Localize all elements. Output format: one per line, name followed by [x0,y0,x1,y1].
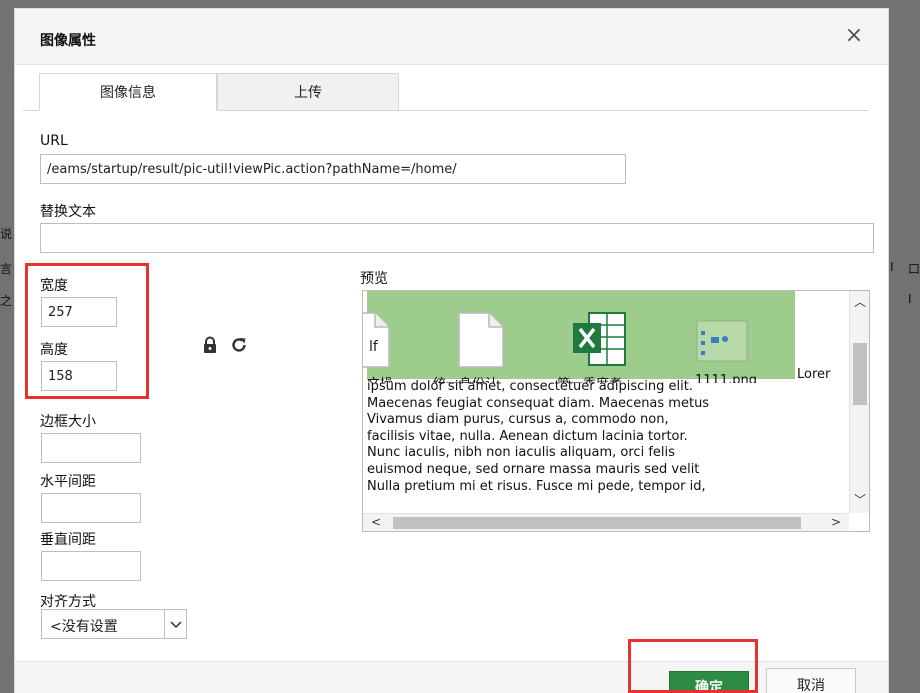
align-select[interactable]: <没有设置 [41,609,187,639]
preview-line: Vivamus diam purus, cursus a, commodo no… [367,412,669,428]
alt-text-label: 替换文本 [40,204,96,220]
align-select-value: <没有设置 [50,619,118,635]
hspace-label: 水平间距 [40,474,96,490]
background-text: 口 [908,262,920,276]
cancel-button[interactable]: 取消 [766,668,856,693]
chevron-left-icon[interactable]: < [371,515,381,529]
url-input[interactable] [40,154,626,184]
preview-line: Maecenas feugiat consequat diam. Maecena… [367,395,710,411]
vspace-input[interactable] [41,551,141,581]
preview-line: ipsum dolor sit amet, consectetuer adipi… [367,379,693,394]
background-text: I [908,292,912,306]
reset-size-icon[interactable] [229,335,249,355]
vspace-label: 垂直间距 [40,532,96,548]
partial-file-glyph: lf [369,339,378,355]
preview-line: Nulla pretium mi et risus. Fusce mi pede… [367,478,706,494]
tab-image-info[interactable]: 图像信息 [39,73,217,111]
width-label: 宽度 [40,278,68,294]
horizontal-scroll-thumb[interactable] [393,517,801,529]
tab-divider [23,110,39,111]
preview-vertical-scrollbar[interactable]: ︿ ﹀ [849,291,869,513]
preview-image: lf [363,291,795,379]
width-input[interactable] [41,297,117,327]
preview-pane: lf 文操 [362,290,870,532]
dialog-footer [15,661,888,693]
height-input[interactable] [41,361,117,391]
background-text: 之 [0,294,13,308]
chevron-down-icon[interactable] [164,610,186,638]
image-properties-dialog: 图像属性 × 图像信息 上传 URL 替换文本 宽度 高度 边框大小 水平间距 … [14,8,889,693]
tab-divider [399,110,869,111]
chevron-right-icon[interactable]: > [831,515,841,529]
height-label: 高度 [40,342,68,358]
image-thumbnail-icon [696,320,748,362]
chevron-up-icon[interactable]: ︿ [854,293,866,310]
lock-icon[interactable] [201,336,219,354]
background-text: 说 [0,227,13,241]
dialog-header: 图像属性 × [15,9,888,65]
background-text: I [890,260,894,274]
align-label: 对齐方式 [40,594,96,610]
excel-icon [573,312,626,366]
file-icon [458,312,504,368]
border-label: 边框大小 [40,414,96,430]
chevron-down-icon[interactable]: ﹀ [854,491,866,508]
vertical-scroll-thumb[interactable] [853,343,867,405]
url-label: URL [40,133,68,149]
border-input[interactable] [41,433,141,463]
preview-text: ipsum dolor sit amet, consectetuer adipi… [367,379,847,495]
preview-horizontal-scrollbar[interactable]: < > [363,513,849,531]
dialog-title: 图像属性 [40,33,96,49]
alt-text-input[interactable] [40,223,874,253]
preview-label: 预览 [360,271,388,287]
hspace-input[interactable] [41,493,141,523]
preview-line: facilisis vitae, nulla. Aenean dictum la… [367,428,688,444]
preview-line: euismod neque, sed ornare massa mauris s… [367,461,700,477]
background-text: 言 [0,262,13,276]
tab-upload[interactable]: 上传 [217,73,399,111]
close-icon[interactable]: × [841,23,867,49]
ok-button[interactable]: 确定 [669,671,749,693]
preview-line: Nunc iaculis, nibh non iaculis aliquam, … [367,445,675,461]
